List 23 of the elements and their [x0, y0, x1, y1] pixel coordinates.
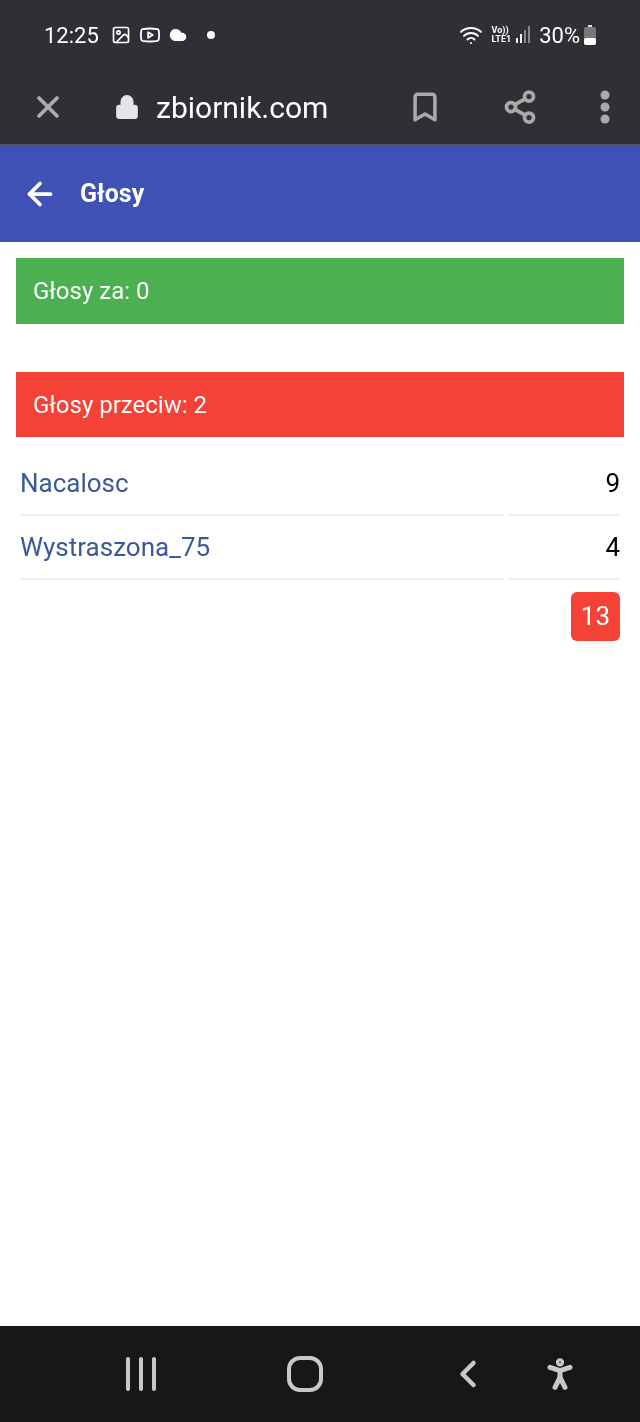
menu-button[interactable] [600, 90, 610, 124]
home-button[interactable] [286, 1355, 324, 1393]
votes-for-banner: Głosy za: 0 [16, 258, 624, 324]
signal-icon [515, 26, 532, 44]
volte-label: Vo)) [491, 26, 510, 35]
vote-count: 9 [605, 466, 620, 500]
vote-count: 4 [605, 530, 620, 564]
cloud-icon [168, 26, 187, 44]
page-title: Głosy [80, 178, 145, 211]
voter-link[interactable]: Nacalosc [20, 463, 129, 503]
battery-percent: 30% [539, 21, 580, 50]
more-icon [600, 90, 610, 124]
url-text[interactable]: zbiornik.com [156, 84, 329, 130]
lock-icon [114, 94, 140, 120]
total-badge: 13 [570, 592, 620, 641]
share-button[interactable] [502, 89, 538, 125]
voter-link[interactable]: Wystraszona_75 [20, 527, 211, 567]
status-time: 12:25 [44, 21, 99, 50]
lte-label: LTE1 [491, 35, 512, 44]
recent-apps-button[interactable] [124, 1356, 158, 1392]
battery-icon [584, 25, 596, 45]
image-icon [110, 25, 131, 45]
votes-against-banner: Głosy przeciw: 2 [16, 372, 624, 437]
